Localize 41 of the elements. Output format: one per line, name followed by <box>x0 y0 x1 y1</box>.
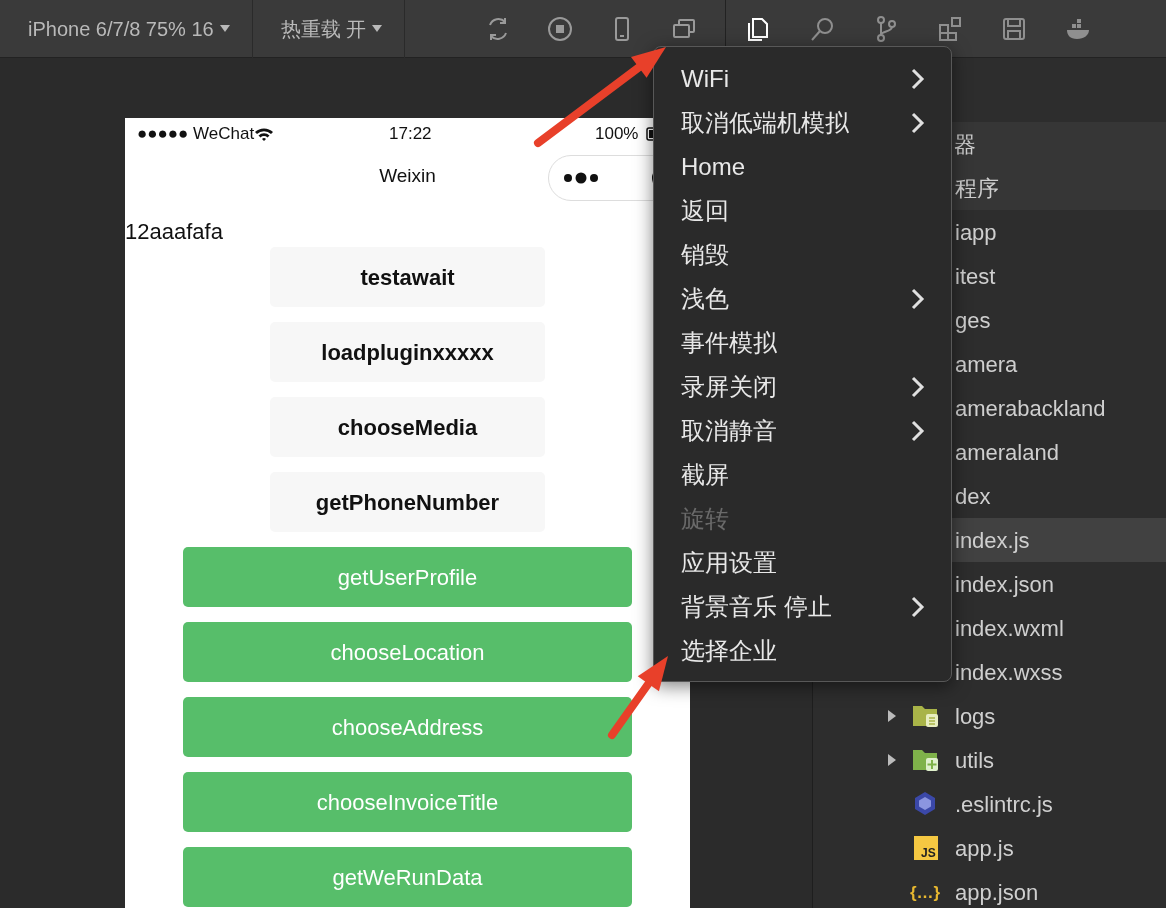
file-tree-item[interactable]: utils <box>813 738 1166 782</box>
chevron-icon <box>911 112 925 134</box>
file-tree-item[interactable]: logs <box>813 694 1166 738</box>
menu-item[interactable]: WiFi <box>654 57 951 101</box>
carrier-text: ●●●●● WeChat <box>137 123 255 146</box>
expand-arrow-icon[interactable] <box>887 753 897 767</box>
page-button[interactable]: chooseMedia <box>270 397 545 457</box>
page-title: Weixin <box>379 163 436 188</box>
chevron-icon <box>911 288 925 310</box>
menu-item[interactable]: 截屏 <box>654 453 951 497</box>
chevron-icon <box>911 596 925 618</box>
expand-arrow-icon[interactable] <box>887 709 897 723</box>
page-button[interactable]: loadpluginxxxxx <box>270 322 545 382</box>
page-button[interactable]: getPhoneNumber <box>270 472 545 532</box>
status-time: 17:22 <box>389 123 433 146</box>
menu-item[interactable]: 录屏关闭 <box>654 365 951 409</box>
section-title: 器 <box>954 130 976 159</box>
menu-item[interactable]: 取消静音 <box>654 409 951 453</box>
js-file-label: JS <box>921 847 936 859</box>
menu-item[interactable]: 销毁 <box>654 233 951 277</box>
js-file-icon <box>912 834 940 862</box>
file-tree-item[interactable]: JS app.js <box>813 826 1166 870</box>
stop-icon[interactable] <box>546 14 575 43</box>
wifi-icon <box>254 127 275 141</box>
chevron-icon <box>911 68 925 90</box>
json-file-icon: {…} <box>910 883 941 901</box>
menu-item[interactable]: 背景音乐 停止 <box>654 585 951 629</box>
chevron-icon <box>911 420 925 442</box>
battery-percent: 100% <box>595 123 639 146</box>
chevron-icon <box>911 376 925 398</box>
page-button[interactable]: testawait <box>270 247 545 307</box>
menu-item[interactable]: 取消低端机模拟 <box>654 101 951 145</box>
menu-item[interactable]: 选择企业 <box>654 629 951 673</box>
more-icon[interactable] <box>563 172 599 184</box>
device-dropdown[interactable]: iPhone 6/7/8 75% 16 <box>0 0 253 58</box>
file-tree-item[interactable]: {…} app.json <box>813 870 1166 908</box>
menu-item[interactable]: 事件模拟 <box>654 321 951 365</box>
file-tree-item[interactable]: .eslintrc.js <box>813 782 1166 826</box>
hot-reload-dropdown[interactable]: 热重载 开 <box>252 0 406 58</box>
menu-item[interactable]: 浅色 <box>654 277 951 321</box>
page-text: 12aaafafa <box>125 218 223 246</box>
